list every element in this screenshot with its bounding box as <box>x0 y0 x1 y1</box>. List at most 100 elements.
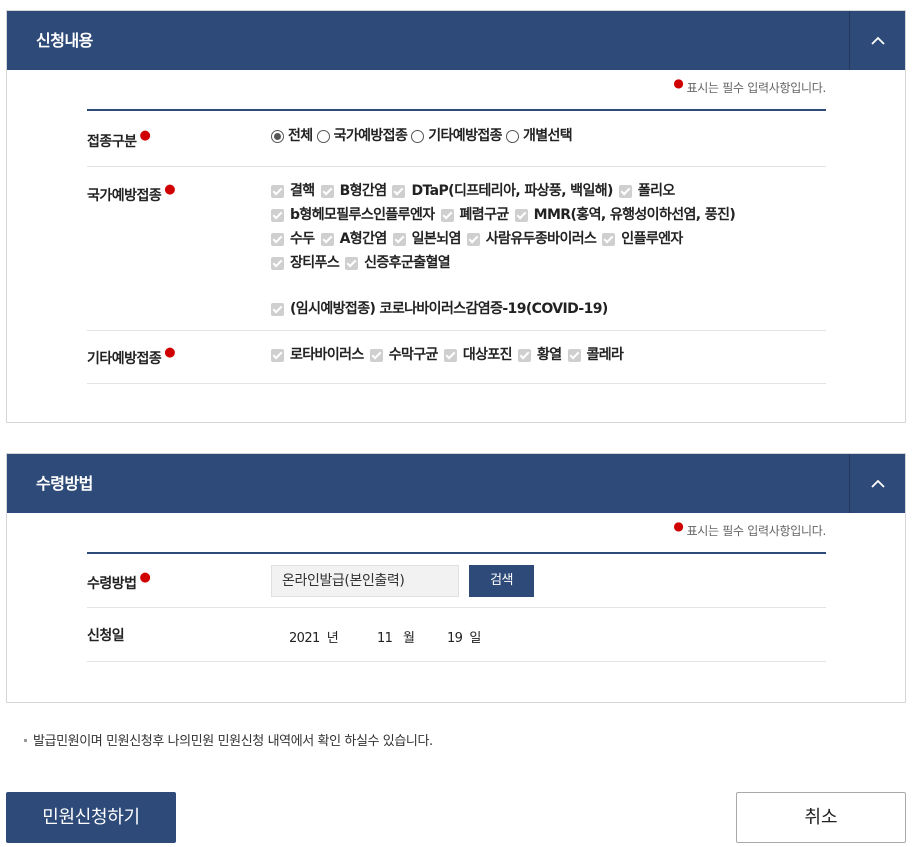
vaccination-type-radio[interactable]: 국가예방접종 <box>316 124 408 148</box>
vaccine-label: 대상포진 <box>462 347 513 363</box>
vaccine-label: 수두 <box>290 231 315 247</box>
radio-icon[interactable] <box>316 129 330 143</box>
checkbox-checked-icon[interactable] <box>440 208 454 222</box>
application-panel-header: 신청내용 <box>7 11 905 70</box>
date-month-unit: 월 <box>402 631 415 646</box>
vaccine-checkbox[interactable]: 수막구균 <box>369 343 438 367</box>
checkbox-checked-icon[interactable] <box>466 232 480 246</box>
date-year-unit: 년 <box>326 631 339 646</box>
national-vaccine-extra-line: (임시예방접종) 코로나바이러스감염증-19(COVID-19) <box>271 297 826 321</box>
vaccine-label: 사람유두종바이러스 <box>485 231 597 247</box>
checkbox-checked-icon[interactable] <box>271 302 284 316</box>
vaccine-label: 콜레라 <box>586 347 624 363</box>
row-national-vaccination: 국가예방접종 ● 결핵 B형간염 DTaP(디프테리아, 파상풍, 백일해) 폴리오 b형… <box>87 167 826 331</box>
checkbox-checked-icon[interactable] <box>567 348 581 362</box>
checkbox-checked-icon[interactable] <box>392 184 406 198</box>
checkbox-checked-icon[interactable] <box>271 184 284 198</box>
other-vaccination-label: 기타예방접종 ● <box>87 345 176 368</box>
checkbox-checked-icon[interactable] <box>271 348 284 362</box>
required-dot: ● <box>139 570 151 585</box>
radio-label: 국가예방접종 <box>333 128 408 144</box>
vaccine-checkbox[interactable]: 장티푸스 <box>271 251 340 275</box>
required-dot: ● <box>673 519 684 533</box>
checkbox-checked-icon[interactable] <box>392 232 406 246</box>
vaccination-type-radio[interactable]: 전체 <box>271 124 313 148</box>
checkbox-checked-icon[interactable] <box>271 232 284 246</box>
checkbox-checked-icon[interactable] <box>320 232 334 246</box>
search-button[interactable]: 검색 <box>469 565 534 597</box>
vaccination-type-radio-group: 전체 국가예방접종 기타예방접종 개별선택 <box>271 124 826 148</box>
checkbox-checked-icon[interactable] <box>369 348 383 362</box>
vaccine-checkbox[interactable]: B형간염 <box>320 179 387 203</box>
row-other-vaccination: 기타예방접종 ● 로타바이러스 수막구균 대상포진 황열 콜레라 <box>87 331 826 384</box>
checkbox-checked-icon[interactable] <box>618 184 632 198</box>
vaccine-checkbox[interactable]: 인플루엔자 <box>602 227 683 251</box>
receipt-panel-title: 수령방법 <box>36 474 93 493</box>
chevron-up-icon <box>870 479 885 488</box>
vaccine-checkbox[interactable]: 대상포진 <box>443 343 513 367</box>
vaccine-checkbox[interactable]: 신증후군출혈열 <box>345 251 451 275</box>
checkbox-checked-icon[interactable] <box>514 208 528 222</box>
vaccine-label: 폐렴구균 <box>459 207 510 223</box>
national-vaccination-options: 결핵 B형간염 DTaP(디프테리아, 파상풍, 백일해) 폴리오 b형헤모필루스인플루… <box>271 179 826 321</box>
date-day-unit: 일 <box>469 631 481 646</box>
checkbox-checked-icon[interactable] <box>602 232 616 246</box>
vaccine-checkbox[interactable]: 로타바이러스 <box>271 343 364 367</box>
vaccine-label: MMR(홍역, 유행성이하선염, 풍진) <box>533 207 736 223</box>
receipt-method-select[interactable]: 온라인발급(본인출력) <box>271 565 459 597</box>
radio-icon[interactable] <box>411 129 425 143</box>
vaccination-type-radio[interactable]: 개별선택 <box>505 124 573 148</box>
vaccine-checkbox[interactable]: 일본뇌염 <box>392 227 462 251</box>
checkbox-checked-icon[interactable] <box>271 256 284 270</box>
row-receipt-method: 수령방법 ● 온라인발급(본인출력) 검색 <box>87 554 826 608</box>
vaccine-checkbox[interactable]: 콜레라 <box>567 343 624 367</box>
vaccine-label: 로타바이러스 <box>290 347 364 363</box>
notice: 발급민원이며 민원신청후 나의민원 민원신청 내역에서 확인 하실수 있습니다. <box>24 730 433 749</box>
application-collapse-button[interactable] <box>849 11 905 70</box>
radio-label: 기타예방접종 <box>428 128 502 144</box>
date-year-value: 2021 <box>289 631 320 646</box>
vaccine-checkbox[interactable]: 수두 <box>271 227 315 251</box>
vaccine-checkbox[interactable]: 폴리오 <box>618 179 675 203</box>
required-dot: ● <box>673 76 684 90</box>
vaccine-checkbox[interactable]: (임시예방접종) 코로나바이러스감염증-19(COVID-19) <box>271 297 608 321</box>
vaccination-type-label-text: 접종구분 <box>87 134 137 150</box>
vaccine-checkbox[interactable]: MMR(홍역, 유행성이하선염, 풍진) <box>514 203 736 227</box>
national-vaccine-line: 장티푸스 신증후군출혈열 <box>271 251 826 275</box>
checkbox-checked-icon[interactable] <box>271 208 284 222</box>
checkbox-checked-icon[interactable] <box>345 256 359 270</box>
receipt-method-label: 수령방법 ● <box>87 570 151 593</box>
row-vaccination-type: 접종구분 ● 전체 국가예방접종 기타예방접종 개별선택 <box>87 111 826 167</box>
vaccine-label: 일본뇌염 <box>411 231 462 247</box>
checkbox-checked-icon[interactable] <box>517 348 531 362</box>
vaccine-checkbox[interactable]: 폐렴구균 <box>440 203 510 227</box>
vaccine-checkbox[interactable]: b형헤모필루스인플루엔자 <box>271 203 435 227</box>
vaccine-checkbox[interactable]: 사람유두종바이러스 <box>466 227 597 251</box>
radio-icon[interactable] <box>505 129 519 143</box>
receipt-collapse-button[interactable] <box>849 454 905 513</box>
required-dot: ● <box>139 128 151 143</box>
checkbox-checked-icon[interactable] <box>320 184 334 198</box>
vaccine-label: 황열 <box>536 347 562 363</box>
vaccine-label: 폴리오 <box>637 183 675 199</box>
vaccine-checkbox[interactable]: 결핵 <box>271 179 315 203</box>
vaccine-checkbox[interactable]: 황열 <box>517 343 562 367</box>
radio-icon[interactable] <box>271 129 284 143</box>
notice-text: 발급민원이며 민원신청후 나의민원 민원신청 내역에서 확인 하실수 있습니다. <box>33 734 433 749</box>
bullet-icon <box>24 739 27 742</box>
vaccine-label: (임시예방접종) 코로나바이러스감염증-19(COVID-19) <box>290 301 608 317</box>
application-date-label: 신청일 <box>87 628 125 644</box>
vaccine-label: A형간염 <box>339 231 388 247</box>
chevron-up-icon <box>870 36 885 45</box>
vaccine-checkbox[interactable]: A형간염 <box>320 227 388 251</box>
checkbox-checked-icon[interactable] <box>443 348 457 362</box>
vaccination-type-radio[interactable]: 기타예방접종 <box>411 124 503 148</box>
date-day-value: 19 <box>447 631 463 646</box>
national-vaccine-line: 수두 A형간염 일본뇌염 사람유두종바이러스 인플루엔자 <box>271 227 826 251</box>
cancel-button[interactable]: 취소 <box>736 792 906 843</box>
vaccine-checkbox[interactable]: DTaP(디프테리아, 파상풍, 백일해) <box>392 179 613 203</box>
submit-button[interactable]: 민원신청하기 <box>6 792 176 843</box>
application-panel: 신청내용 ● 표시는 필수 입력사항입니다. 접종구분 ● 전체 국가예방접종 기타예방… <box>6 10 906 423</box>
receipt-panel: 수령방법 ● 표시는 필수 입력사항입니다. 수령방법 ● 온라인발급(본인출력) … <box>6 453 906 703</box>
